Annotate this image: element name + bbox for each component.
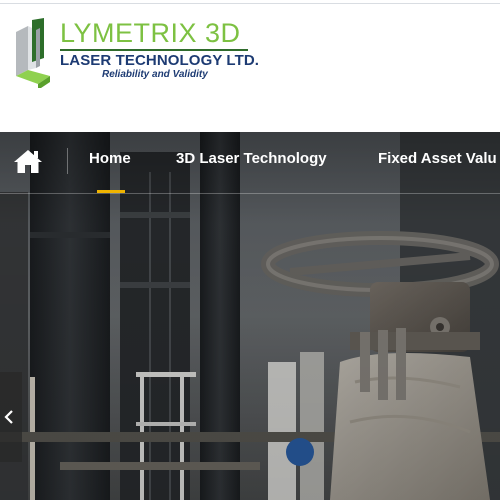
slider-prev-button[interactable] [0,372,22,462]
nav-bottom-divider [0,193,500,194]
nav-item-home[interactable]: Home [89,150,131,168]
site-logo[interactable]: LYMETRIX 3D LASER TECHNOLOGY LTD. Reliab… [14,18,274,90]
top-divider [0,3,500,4]
logo-mark-icon [16,18,50,88]
tagline: Reliability and Validity [102,69,208,80]
home-icon[interactable] [13,148,43,174]
page: LYMETRIX 3D LASER TECHNOLOGY LTD. Reliab… [0,0,500,500]
nav-item-3d-laser-technology[interactable]: 3D Laser Technology [176,150,327,168]
nav-item-fixed-asset-valuation[interactable]: Fixed Asset Valu [378,150,497,168]
company-name: LASER TECHNOLOGY LTD. [60,52,260,69]
hero-banner: Home 3D Laser Technology Fixed Asset Val… [0,132,500,500]
chevron-left-icon [4,410,13,424]
main-navigation: Home 3D Laser Technology Fixed Asset Val… [0,132,500,194]
brand-name: LYMETRIX 3D [60,18,241,48]
nav-separator [67,148,68,174]
